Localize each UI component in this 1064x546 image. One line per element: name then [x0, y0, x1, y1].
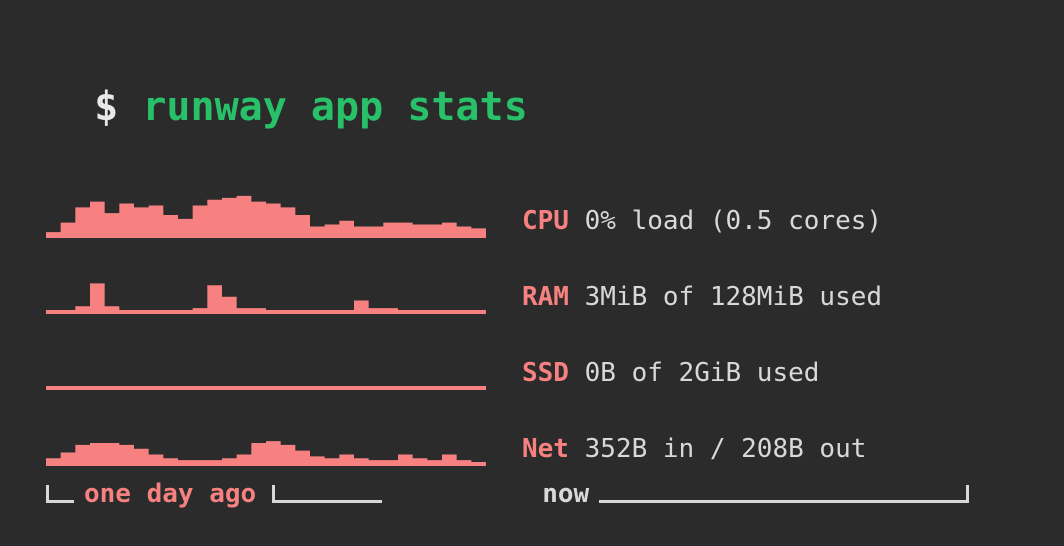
prompt-symbol: $ — [94, 84, 142, 130]
stat-row-ssd: SSD 0B of 2GiB used — [46, 342, 1018, 390]
axis-line-segment — [272, 485, 382, 503]
ram-sparkline — [46, 266, 486, 314]
ram-label: RAM — [522, 284, 569, 310]
axis-label-end: now — [542, 479, 589, 509]
ram-value: 3MiB of 128MiB used — [569, 284, 882, 310]
axis-label-start: one day ago — [84, 479, 256, 509]
stat-row-cpu: CPU 0% load (0.5 cores) — [46, 190, 1018, 238]
command-line: $ runway app stats — [46, 38, 1018, 130]
ssd-sparkline — [46, 342, 486, 390]
cpu-value: 0% load (0.5 cores) — [569, 208, 882, 234]
stats-list: CPU 0% load (0.5 cores) RAM 3MiB of 128M… — [46, 190, 1018, 466]
axis-line-segment — [599, 485, 969, 503]
net-value: 352B in / 208B out — [569, 436, 866, 462]
net-sparkline — [46, 418, 486, 466]
cpu-label: CPU — [522, 208, 569, 234]
time-axis: one day ago now — [46, 476, 1018, 512]
stat-row-net: Net 352B in / 208B out — [46, 418, 1018, 466]
cpu-sparkline — [46, 190, 486, 238]
axis-tick-left — [46, 485, 74, 503]
net-label: Net — [522, 436, 569, 462]
command-text: runway app stats — [142, 84, 527, 130]
ssd-label: SSD — [522, 360, 569, 386]
stat-row-ram: RAM 3MiB of 128MiB used — [46, 266, 1018, 314]
ssd-value: 0B of 2GiB used — [569, 360, 819, 386]
